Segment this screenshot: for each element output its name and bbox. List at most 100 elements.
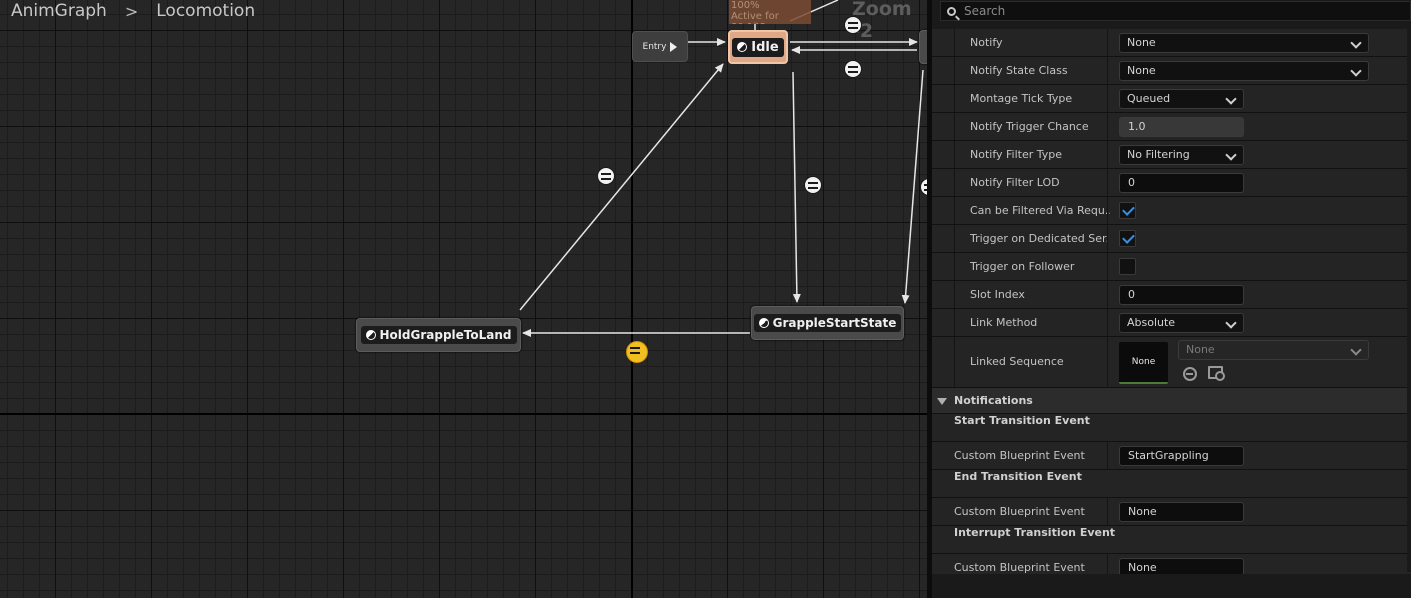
transition-rule-icon[interactable] [597,167,615,185]
column-divider[interactable] [1107,225,1108,252]
trigger-on-follower-checkbox[interactable] [1119,258,1136,275]
chevron-down-icon [1225,93,1237,105]
notify-state-class-dropdown[interactable]: None [1119,61,1369,81]
can-be-filtered-checkbox[interactable] [1119,202,1136,219]
breadcrumb-animgraph[interactable]: AnimGraph [11,1,107,21]
collapse-arrow-icon [937,398,947,405]
notify-dropdown[interactable]: None [1119,33,1369,53]
indent-line [954,29,955,56]
end-transition-event-header: End Transition Event [932,470,1411,498]
column-divider[interactable] [1107,498,1108,525]
search-placeholder: Search [964,4,1006,18]
group-title: End Transition Event [954,470,1082,483]
property-label: Link Method [970,316,1038,329]
column-divider[interactable] [1107,169,1108,196]
property-row-trigger-on-dedicated-server: Trigger on Dedicated Ser... [932,225,1411,253]
property-row-montage-tick-type: Montage Tick Type Queued [932,85,1411,113]
property-label: Notify Filter LOD [970,176,1060,189]
indent-line [954,57,955,84]
search-input[interactable]: Search [940,1,1411,21]
transition-rule-icon-selected[interactable] [626,341,648,363]
browse-to-asset-icon[interactable] [1208,366,1225,381]
section-title: Notifications [954,394,1033,407]
property-label: Notify Filter Type [970,148,1063,161]
search-icon [947,6,956,16]
state-icon [365,330,376,340]
transition-rule-icon[interactable] [804,176,822,194]
checkmark-icon [1122,231,1135,244]
state-icon [737,42,748,52]
state-node-grapple-start[interactable]: GrappleStartState [751,306,904,340]
property-label: Notify Trigger Chance [970,120,1089,133]
state-title-start: GrappleStartState [753,314,902,332]
property-row-slot-index: Slot Index 0 [932,281,1411,309]
state-icon [758,318,769,328]
property-label: Linked Sequence [970,355,1064,368]
state-label-start: GrappleStartState [772,316,897,330]
wire-hold-to-idle [519,63,724,311]
linked-sequence-picker[interactable]: None [1178,340,1369,360]
breadcrumb-locomotion[interactable]: Locomotion [156,1,255,21]
indent-line [954,197,955,224]
column-divider[interactable] [1107,309,1108,336]
state-title-hold: HoldGrappleToLand [360,326,517,344]
dropdown-value: Absolute [1127,316,1176,329]
panel-footer [932,574,1411,598]
checkmark-icon [1122,203,1135,216]
indent-line [954,85,955,112]
property-label: Custom Blueprint Event [954,449,1085,462]
column-divider[interactable] [1107,337,1108,387]
interrupt-transition-event-header: Interrupt Transition Event [932,526,1411,554]
dropdown-value: None [1127,36,1156,49]
column-divider[interactable] [1107,253,1108,280]
property-row-notify-filter-lod: Notify Filter LOD 0 [932,169,1411,197]
play-icon [670,41,678,52]
property-label: Custom Blueprint Event [954,505,1085,518]
transition-rule-icon[interactable] [844,16,862,34]
property-row-notify: Notify None [932,29,1411,57]
dropdown-value: Queued [1127,92,1171,105]
indent-line [954,337,955,387]
start-custom-event-field[interactable]: StartGrappling [1119,446,1244,466]
column-divider[interactable] [1107,281,1108,308]
link-method-dropdown[interactable]: Absolute [1119,313,1244,333]
column-divider[interactable] [1107,197,1108,224]
indent-line [954,309,955,336]
property-row-can-be-filtered: Can be Filtered Via Requ... [932,197,1411,225]
use-selected-asset-icon[interactable] [1183,367,1197,381]
scrollbar[interactable] [1407,22,1411,572]
asset-thumbnail[interactable]: None [1119,342,1168,384]
property-label: Slot Index [970,288,1025,301]
notify-trigger-chance-field[interactable]: 1.0 [1119,117,1244,137]
indent-line [954,169,955,196]
state-node-idle[interactable]: Idle [728,30,788,64]
column-divider[interactable] [1107,57,1108,84]
column-divider[interactable] [1107,113,1108,140]
entry-node[interactable]: Entry [632,31,688,62]
group-title: Start Transition Event [954,414,1090,427]
wire-idle-to-start [792,71,801,303]
anim-graph-canvas[interactable]: AnimGraph > Locomotion Zoom -2 100% Acti… [0,0,927,598]
state-node-hold-grapple-to-land[interactable]: HoldGrappleToLand [356,318,521,352]
entry-label: Entry [642,41,667,52]
slot-index-field[interactable]: 0 [1119,285,1244,305]
property-label: Montage Tick Type [970,92,1073,105]
column-divider[interactable] [1107,29,1108,56]
montage-tick-type-dropdown[interactable]: Queued [1119,89,1244,109]
trigger-on-dedicated-server-checkbox[interactable] [1119,230,1136,247]
state-node-offscreen[interactable] [919,30,927,64]
column-divider[interactable] [1107,85,1108,112]
notify-filter-lod-field[interactable]: 0 [1119,173,1244,193]
transition-rule-icon[interactable] [844,60,862,78]
property-label: Trigger on Dedicated Ser... [970,232,1110,245]
indent-line [954,113,955,140]
group-title: Interrupt Transition Event [954,526,1116,539]
dropdown-value: None [1186,343,1215,356]
end-custom-event-field[interactable]: None [1119,502,1244,522]
chevron-down-icon [1350,344,1362,356]
column-divider[interactable] [1107,141,1108,168]
column-divider[interactable] [1107,442,1108,469]
notifications-section-header[interactable]: Notifications [932,388,1411,414]
notify-filter-type-dropdown[interactable]: No Filtering [1119,145,1244,165]
chevron-down-icon [1350,65,1362,77]
